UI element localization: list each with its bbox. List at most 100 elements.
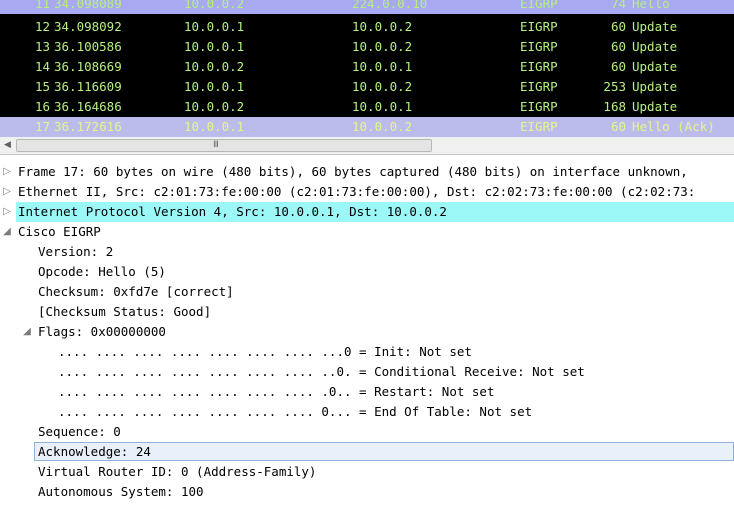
- packet-time: 36.116609: [54, 79, 122, 94]
- tree-item-frame[interactable]: ▷ Frame 17: 60 bytes on wire (480 bits),…: [0, 162, 734, 182]
- field-virtual-router-id[interactable]: Virtual Router ID: 0 (Address-Family): [0, 462, 734, 482]
- packet-destination: 10.0.0.2: [352, 19, 413, 34]
- packet-info: Hello: [632, 0, 670, 11]
- field-opcode[interactable]: Opcode: Hello (5): [0, 262, 734, 282]
- packet-no: 11: [34, 0, 50, 11]
- packet-row-17-selected[interactable]: 17 36.172616 10.0.0.1 10.0.0.2 EIGRP 60 …: [0, 117, 734, 137]
- horizontal-scrollbar[interactable]: ◀ III: [0, 137, 734, 155]
- packet-details-tree[interactable]: ▷ Frame 17: 60 bytes on wire (480 bits),…: [0, 158, 734, 518]
- scroll-left-arrow-icon[interactable]: ◀: [4, 140, 11, 150]
- packet-info: Update: [632, 59, 678, 74]
- packet-source: 10.0.0.1: [184, 39, 245, 54]
- field-autonomous-system[interactable]: Autonomous System: 100: [0, 482, 734, 502]
- packet-row-11[interactable]: 11 34.098089 10.0.0.2 224.0.0.10 EIGRP 7…: [0, 0, 734, 14]
- packet-source: 10.0.0.2: [184, 0, 245, 11]
- packet-length: 60: [610, 59, 626, 74]
- tree-item-ethernet[interactable]: ▷ Ethernet II, Src: c2:01:73:fe:00:00 (c…: [0, 182, 734, 202]
- packet-list[interactable]: 11 34.098089 10.0.0.2 224.0.0.10 EIGRP 7…: [0, 0, 734, 137]
- packet-row-15[interactable]: 15 36.116609 10.0.0.1 10.0.0.2 EIGRP 253…: [0, 77, 734, 97]
- tree-item-label: Internet Protocol Version 4, Src: 10.0.0…: [16, 202, 734, 222]
- flag-init[interactable]: .... .... .... .... .... .... .... ...0 …: [0, 342, 734, 362]
- packet-row-14[interactable]: 14 36.108669 10.0.0.2 10.0.0.1 EIGRP 60 …: [0, 57, 734, 77]
- scrollbar-grip: III: [213, 140, 219, 150]
- packet-no: 17: [34, 119, 50, 134]
- field-label: Opcode: Hello (5): [38, 264, 166, 279]
- expand-arrow-icon[interactable]: ▷: [1, 182, 13, 202]
- packet-info: Update: [632, 39, 678, 54]
- packet-source: 10.0.0.1: [184, 119, 245, 134]
- packet-source: 10.0.0.1: [184, 19, 245, 34]
- field-checksum-status[interactable]: [Checksum Status: Good]: [0, 302, 734, 322]
- selected-field-highlight[interactable]: Acknowledge: 24: [34, 442, 734, 461]
- tree-item-label: Cisco EIGRP: [18, 224, 101, 239]
- field-acknowledge[interactable]: Acknowledge: 24: [0, 442, 734, 462]
- packet-no: 14: [34, 59, 50, 74]
- expand-arrow-icon[interactable]: ▷: [1, 202, 13, 222]
- field-label: Checksum: 0xfd7e [correct]: [38, 284, 234, 299]
- field-label: Autonomous System: 100: [38, 484, 204, 499]
- flag-end-of-table[interactable]: .... .... .... .... .... .... .... 0... …: [0, 402, 734, 422]
- tree-item-label: Frame 17: 60 bytes on wire (480 bits), 6…: [18, 164, 688, 179]
- packet-info: Update: [632, 19, 678, 34]
- packet-destination: 224.0.0.10: [352, 0, 428, 11]
- packet-no: 12: [34, 19, 50, 34]
- packet-info: Update: [632, 99, 678, 114]
- packet-time: 34.098092: [54, 19, 122, 34]
- packet-no: 16: [34, 99, 50, 114]
- field-label: .... .... .... .... .... .... .... 0... …: [58, 404, 533, 419]
- packet-time: 36.100586: [54, 39, 122, 54]
- collapse-arrow-icon[interactable]: ◢: [1, 222, 13, 242]
- field-label: .... .... .... .... .... .... .... ..0. …: [58, 364, 585, 379]
- packet-length: 74: [610, 0, 626, 11]
- collapse-arrow-icon[interactable]: ◢: [21, 322, 33, 342]
- field-label: Acknowledge: 24: [38, 444, 151, 459]
- packet-info: Update: [632, 79, 678, 94]
- packet-time: 36.108669: [54, 59, 122, 74]
- packet-protocol: EIGRP: [520, 0, 558, 11]
- field-label: Virtual Router ID: 0 (Address-Family): [38, 464, 317, 479]
- packet-protocol: EIGRP: [520, 59, 558, 74]
- expand-arrow-icon[interactable]: ▷: [1, 162, 13, 182]
- packet-source: 10.0.0.2: [184, 99, 245, 114]
- field-checksum[interactable]: Checksum: 0xfd7e [correct]: [0, 282, 734, 302]
- tree-item-flags[interactable]: ◢ Flags: 0x00000000: [0, 322, 734, 342]
- packet-protocol: EIGRP: [520, 79, 558, 94]
- packet-row-16[interactable]: 16 36.164686 10.0.0.2 10.0.0.1 EIGRP 168…: [0, 97, 734, 117]
- field-label: [Checksum Status: Good]: [38, 304, 212, 319]
- packet-no: 15: [34, 79, 50, 94]
- packet-time: 34.098089: [54, 0, 122, 11]
- field-label: Flags: 0x00000000: [38, 324, 166, 339]
- tree-item-label: Ethernet II, Src: c2:01:73:fe:00:00 (c2:…: [18, 184, 696, 199]
- packet-destination: 10.0.0.1: [352, 59, 413, 74]
- packet-source: 10.0.0.1: [184, 79, 245, 94]
- packet-row-12[interactable]: 12 34.098092 10.0.0.1 10.0.0.2 EIGRP 60 …: [0, 17, 734, 37]
- packet-length: 253: [603, 79, 626, 94]
- field-label: Sequence: 0: [38, 424, 121, 439]
- packet-protocol: EIGRP: [520, 39, 558, 54]
- packet-time: 36.164686: [54, 99, 122, 114]
- field-version[interactable]: Version: 2: [0, 242, 734, 262]
- field-label: .... .... .... .... .... .... .... ...0 …: [58, 344, 472, 359]
- flag-restart[interactable]: .... .... .... .... .... .... .... .0.. …: [0, 382, 734, 402]
- packet-length: 60: [610, 39, 626, 54]
- packet-protocol: EIGRP: [520, 99, 558, 114]
- packet-row-13[interactable]: 13 36.100586 10.0.0.1 10.0.0.2 EIGRP 60 …: [0, 37, 734, 57]
- packet-destination: 10.0.0.1: [352, 99, 413, 114]
- packet-length: 60: [610, 119, 626, 134]
- scrollbar-thumb[interactable]: III: [16, 139, 432, 152]
- packet-length: 60: [610, 19, 626, 34]
- field-label: .... .... .... .... .... .... .... .0.. …: [58, 384, 495, 399]
- packet-destination: 10.0.0.2: [352, 39, 413, 54]
- packet-protocol: EIGRP: [520, 119, 558, 134]
- tree-item-ip[interactable]: ▷ Internet Protocol Version 4, Src: 10.0…: [0, 202, 734, 222]
- packet-source: 10.0.0.2: [184, 59, 245, 74]
- flag-conditional-receive[interactable]: .... .... .... .... .... .... .... ..0. …: [0, 362, 734, 382]
- packet-length: 168: [603, 99, 626, 114]
- tree-item-eigrp[interactable]: ◢ Cisco EIGRP: [0, 222, 734, 242]
- packet-info: Hello (Ack): [632, 119, 715, 134]
- field-sequence[interactable]: Sequence: 0: [0, 422, 734, 442]
- packet-destination: 10.0.0.2: [352, 119, 413, 134]
- packet-no: 13: [34, 39, 50, 54]
- packet-time: 36.172616: [54, 119, 122, 134]
- packet-destination: 10.0.0.2: [352, 79, 413, 94]
